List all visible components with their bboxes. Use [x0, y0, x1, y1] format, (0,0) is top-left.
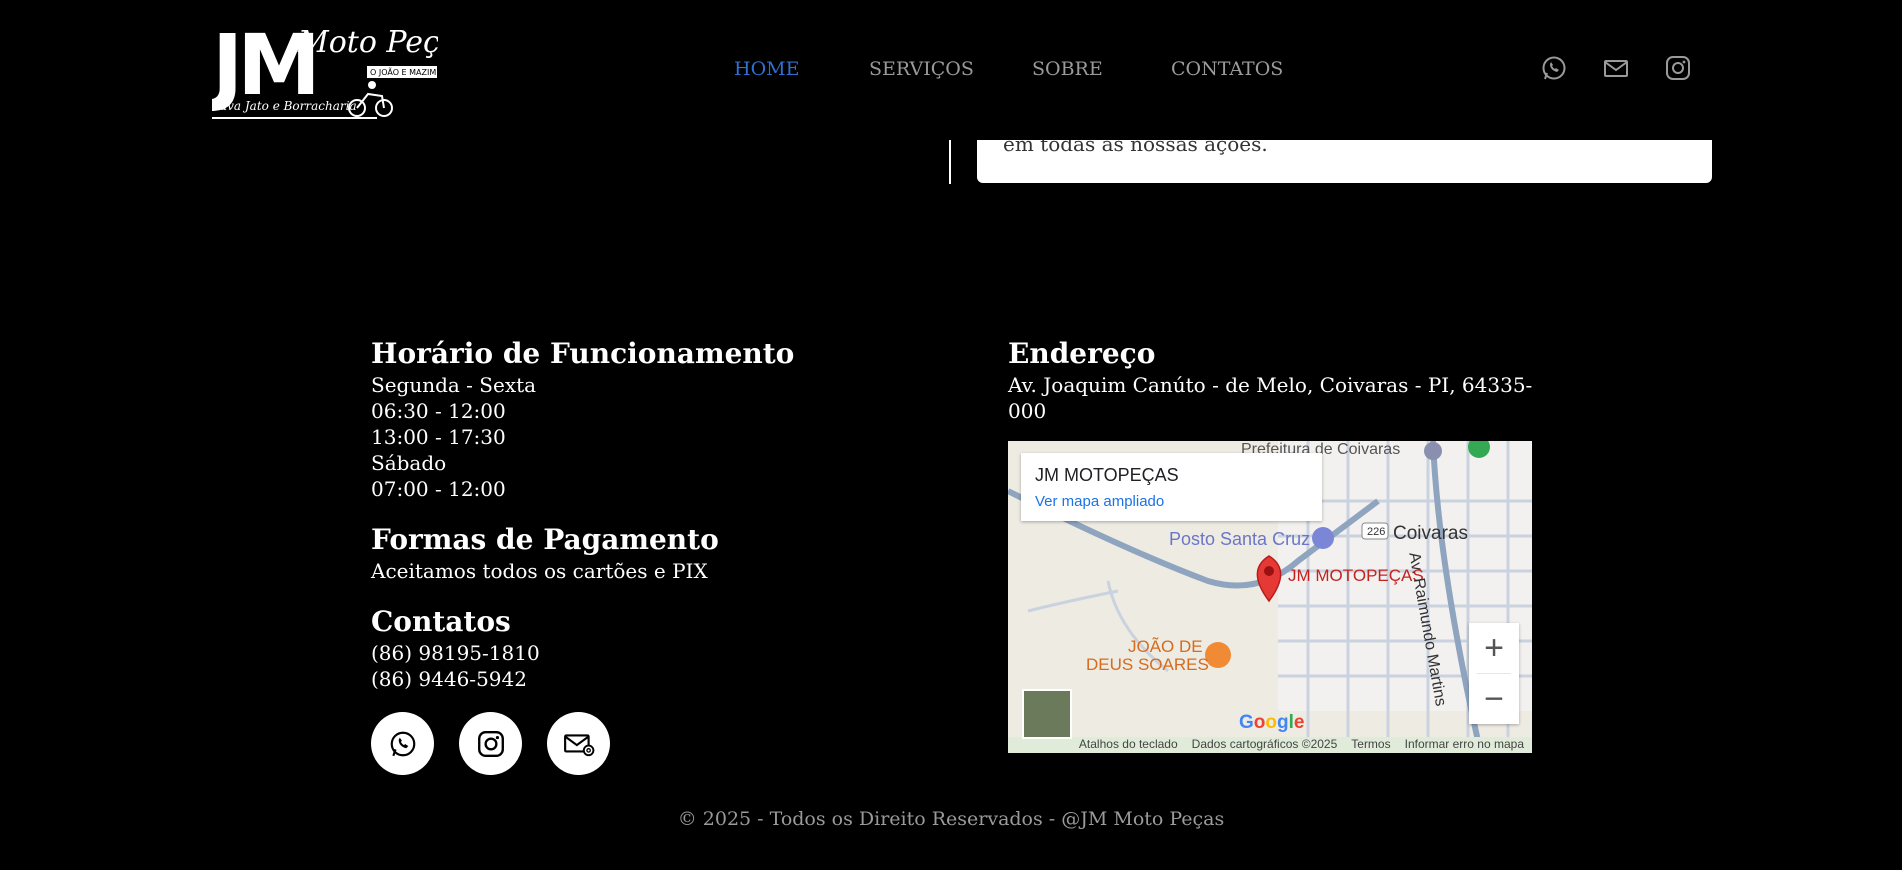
embedded-map[interactable]: Prefeitura de Coivaras Posto Santa Cruz …: [1008, 441, 1532, 753]
copyright: © 2025 - Todos os Direito Reservados - @…: [677, 808, 1225, 830]
zoom-in-button[interactable]: +: [1469, 623, 1519, 673]
whatsapp-icon[interactable]: [1540, 54, 1568, 82]
payment-section: Formas de Pagamento Aceitamos todos os c…: [371, 522, 931, 584]
email-button[interactable]: [547, 712, 610, 775]
logo-badge-text: O JOÃO E MAZIM: [370, 67, 436, 77]
instagram-icon: [477, 730, 504, 757]
phone-number: (86) 98195-1810: [371, 641, 540, 665]
address-title: Endereço: [1008, 337, 1156, 370]
hours-line: 06:30 - 12:00: [371, 399, 506, 423]
hours-line: Sábado: [371, 451, 447, 475]
nav-contatos[interactable]: CONTATOS: [1171, 58, 1283, 80]
nav-home[interactable]: HOME: [734, 58, 799, 80]
map-label-place: DEUS SOARES: [1086, 655, 1209, 674]
satellite-toggle[interactable]: [1022, 689, 1072, 739]
mail-icon[interactable]: [1602, 54, 1630, 82]
footer-info-left: Horário de Funcionamento Segunda - Sexta…: [371, 336, 931, 795]
map-label-place: JOÃO DE: [1128, 637, 1203, 656]
keyboard-shortcuts-link[interactable]: Atalhos do teclado: [1079, 737, 1178, 751]
map-footer: Atalhos do teclado Dados cartográficos ©…: [1008, 735, 1532, 753]
logo-script-text: Moto Peças: [297, 25, 438, 60]
timeline-line: [949, 140, 951, 184]
map-label-city: Coivaras: [1393, 523, 1468, 544]
payment-title: Formas de Pagamento: [371, 523, 719, 556]
contacts-title: Contatos: [371, 605, 511, 638]
logo-tagline-text: Lava Jato e Borracharia: [212, 99, 357, 113]
hours-line: Segunda - Sexta: [371, 373, 537, 397]
social-buttons: [371, 712, 931, 775]
map-place-card: JM MOTOPEÇAS Ver mapa ampliado: [1021, 453, 1322, 521]
whatsapp-icon: [390, 731, 415, 756]
footer-info-right: Endereço Av. Joaquim Canúto - de Melo, C…: [1008, 336, 1548, 753]
site-header: JM Moto Peças O JOÃO E MAZIM Lava Jato e…: [0, 0, 1902, 140]
map-label-marker: JM MOTOPEÇAS: [1288, 566, 1424, 585]
larger-map-link[interactable]: Ver mapa ampliado: [1035, 493, 1164, 510]
logo[interactable]: JM Moto Peças O JOÃO E MAZIM Lava Jato e…: [207, 16, 473, 122]
instagram-button[interactable]: [459, 712, 522, 775]
map-data-credit: Dados cartográficos ©2025: [1191, 737, 1338, 751]
whatsapp-button[interactable]: [371, 712, 434, 775]
map-route-badge: 226: [1367, 526, 1386, 538]
map-zoom-controls: + −: [1469, 623, 1519, 724]
email-icon: [563, 733, 594, 756]
instagram-icon[interactable]: [1664, 54, 1692, 82]
map-place-name: JM MOTOPEÇAS: [1035, 465, 1179, 485]
zoom-out-button[interactable]: −: [1469, 674, 1519, 724]
terms-link[interactable]: Termos: [1351, 737, 1390, 751]
hours-section: Horário de Funcionamento Segunda - Sexta…: [371, 336, 931, 502]
header-social-icons: [1540, 54, 1692, 82]
map-label-posto: Posto Santa Cruz: [1169, 529, 1311, 549]
report-error-link[interactable]: Informar erro no mapa: [1405, 737, 1524, 751]
hours-title: Horário de Funcionamento: [371, 337, 795, 370]
payment-text: Aceitamos todos os cartões e PIX: [371, 559, 708, 583]
hours-line: 13:00 - 17:30: [371, 425, 506, 449]
contacts-section: Contatos (86) 98195-1810 (86) 9446-5942: [371, 604, 931, 775]
hours-line: 07:00 - 12:00: [371, 477, 506, 501]
google-logo: Google: [1239, 712, 1305, 733]
phone-number: (86) 9446-5942: [371, 667, 527, 691]
nav-sobre[interactable]: SOBRE: [1032, 58, 1103, 80]
address-text: Av. Joaquim Canúto - de Melo, Coivaras -…: [1008, 373, 1533, 423]
nav-servicos[interactable]: SERVIÇOS: [869, 58, 974, 80]
